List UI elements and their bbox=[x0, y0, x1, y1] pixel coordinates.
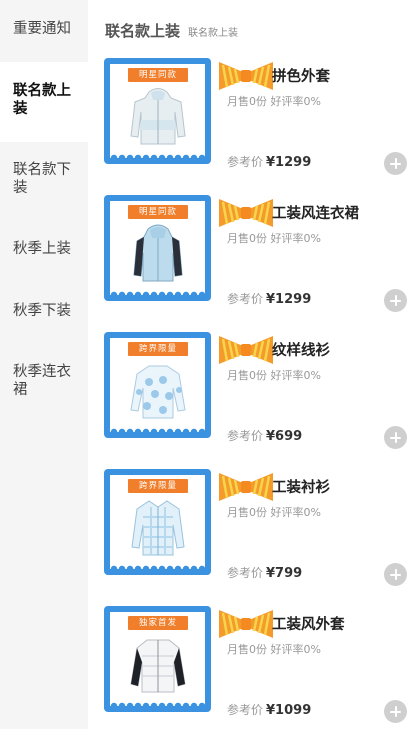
add-to-cart-button[interactable] bbox=[384, 289, 407, 312]
price-label: 参考价 bbox=[227, 566, 264, 580]
rating: 好评率0% bbox=[270, 643, 321, 656]
product-price: 参考价 ¥1299 bbox=[227, 153, 311, 170]
puffer-jacket-icon bbox=[130, 639, 186, 693]
sidebar-item-collab-bottoms[interactable]: 联名款下装 bbox=[0, 161, 88, 197]
bow-decoration-icon bbox=[219, 62, 273, 90]
price-value: ¥1299 bbox=[266, 155, 312, 170]
product-price: 参考价 ¥1099 bbox=[227, 701, 311, 718]
product-stats: 月售0份 好评率0% bbox=[227, 230, 321, 246]
promo-badge: 跨界限量 bbox=[128, 479, 188, 493]
price-value: ¥699 bbox=[266, 429, 303, 444]
monthly-sales: 月售0份 bbox=[227, 369, 267, 382]
product-thumbnail[interactable]: 独家首发 bbox=[104, 606, 211, 712]
bow-decoration-icon bbox=[219, 336, 273, 364]
product-card[interactable]: 独家首发 工装风外套 月售0份 好评率0% 参考价 ¥1099 bbox=[104, 606, 409, 729]
product-stats: 月售0份 好评率0% bbox=[227, 367, 321, 383]
patterned-shirt-icon bbox=[131, 500, 185, 556]
promo-badge: 跨界限量 bbox=[128, 342, 188, 356]
add-to-cart-button[interactable] bbox=[384, 700, 407, 723]
rating: 好评率0% bbox=[270, 506, 321, 519]
product-name: 纹样线衫 bbox=[272, 343, 330, 359]
sidebar-item-collab-tops[interactable]: 联名款上装 bbox=[0, 62, 88, 142]
product-name: 拼色外套 bbox=[272, 69, 330, 85]
sidebar-item-label: 秋季上装 bbox=[13, 241, 71, 257]
section-header: 联名款上装 联名款上装 bbox=[105, 20, 238, 41]
product-card[interactable]: 跨界限量 工装衬衫 月售0份 好评率0% 参考价 ¥799 bbox=[104, 469, 409, 597]
sidebar-item-label: 秋季连衣裙 bbox=[13, 364, 71, 398]
price-value: ¥1299 bbox=[266, 292, 312, 307]
product-thumbnail[interactable]: 明星同款 bbox=[104, 195, 211, 301]
price-value: ¥1099 bbox=[266, 703, 312, 718]
product-card[interactable]: 明星同款 工装风连衣裙 月售0份 好评率0% 参考价 ¥1299 bbox=[104, 195, 409, 323]
product-price: 参考价 ¥699 bbox=[227, 427, 302, 444]
price-label: 参考价 bbox=[227, 703, 264, 717]
sidebar-item-label: 重要通知 bbox=[13, 21, 71, 37]
product-stats: 月售0份 好评率0% bbox=[227, 504, 321, 520]
add-to-cart-button[interactable] bbox=[384, 563, 407, 586]
product-stats: 月售0份 好评率0% bbox=[227, 93, 321, 109]
price-label: 参考价 bbox=[227, 292, 264, 306]
promo-badge: 明星同款 bbox=[128, 205, 188, 219]
sidebar-item-autumn-bottoms[interactable]: 秋季下装 bbox=[0, 302, 88, 320]
product-name: 工装风外套 bbox=[272, 617, 345, 633]
product-price: 参考价 ¥799 bbox=[227, 564, 302, 581]
promo-badge: 明星同款 bbox=[128, 68, 188, 82]
product-price: 参考价 ¥1299 bbox=[227, 290, 311, 307]
bow-decoration-icon bbox=[219, 610, 273, 638]
product-thumbnail[interactable]: 跨界限量 bbox=[104, 469, 211, 575]
sidebar-item-autumn-tops[interactable]: 秋季上装 bbox=[0, 240, 88, 258]
sidebar-item-label: 秋季下装 bbox=[13, 303, 71, 319]
price-value: ¥799 bbox=[266, 566, 303, 581]
product-list-panel: 联名款上装 联名款上装 明星同款 拼色外套 月售0份 好评率0% 参考价 ¥129… bbox=[88, 0, 409, 729]
monthly-sales: 月售0份 bbox=[227, 232, 267, 245]
product-name: 工装衬衫 bbox=[272, 480, 330, 496]
sidebar-item-important-notice[interactable]: 重要通知 bbox=[0, 20, 88, 38]
monthly-sales: 月售0份 bbox=[227, 506, 267, 519]
patterned-sweater-icon bbox=[130, 365, 186, 419]
section-subtitle: 联名款上装 bbox=[188, 28, 239, 39]
sidebar-item-label: 联名款上装 bbox=[13, 83, 71, 117]
bow-decoration-icon bbox=[219, 473, 273, 501]
product-stats: 月售0份 好评率0% bbox=[227, 641, 321, 657]
product-card[interactable]: 明星同款 拼色外套 月售0份 好评率0% 参考价 ¥1299 bbox=[104, 58, 409, 186]
rating: 好评率0% bbox=[270, 369, 321, 382]
bow-decoration-icon bbox=[219, 199, 273, 227]
category-sidebar: 重要通知 联名款上装 联名款下装 秋季上装 秋季下装 秋季连衣裙 bbox=[0, 0, 88, 729]
sidebar-item-label: 联名款下装 bbox=[13, 162, 71, 196]
promo-badge: 独家首发 bbox=[128, 616, 188, 630]
product-card[interactable]: 跨界限量 纹样线衫 月售0份 好评率0% 参考价 ¥699 bbox=[104, 332, 409, 460]
hooded-jacket-icon bbox=[130, 88, 186, 145]
product-thumbnail[interactable]: 跨界限量 bbox=[104, 332, 211, 438]
rating: 好评率0% bbox=[270, 95, 321, 108]
product-name: 工装风连衣裙 bbox=[272, 206, 359, 222]
monthly-sales: 月售0份 bbox=[227, 95, 267, 108]
product-thumbnail[interactable]: 明星同款 bbox=[104, 58, 211, 164]
rating: 好评率0% bbox=[270, 232, 321, 245]
sidebar-item-autumn-dresses[interactable]: 秋季连衣裙 bbox=[0, 363, 88, 399]
monthly-sales: 月售0份 bbox=[227, 643, 267, 656]
section-title: 联名款上装 bbox=[105, 22, 181, 40]
add-to-cart-button[interactable] bbox=[384, 426, 407, 449]
add-to-cart-button[interactable] bbox=[384, 152, 407, 175]
price-label: 参考价 bbox=[227, 155, 264, 169]
price-label: 参考价 bbox=[227, 429, 264, 443]
hooded-coat-icon bbox=[133, 224, 183, 282]
